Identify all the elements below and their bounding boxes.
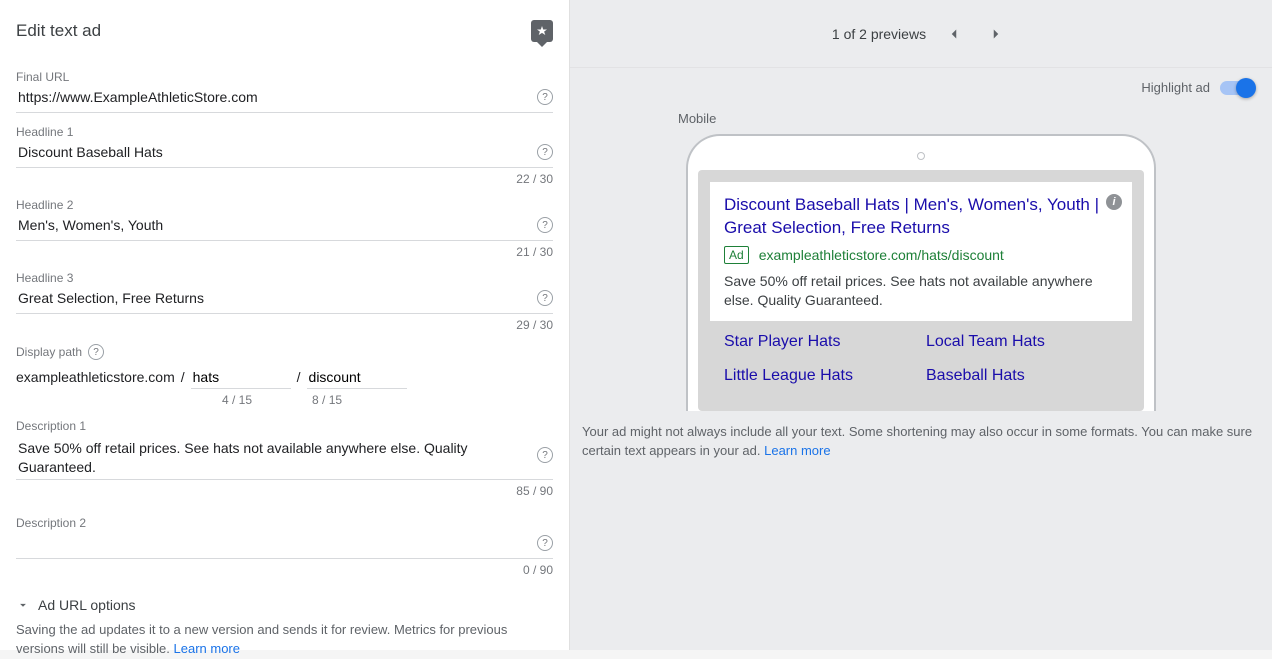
ad-description: Save 50% off retail prices. See hats not… (724, 272, 1118, 311)
description1-label: Description 1 (16, 419, 553, 433)
preview-disclaimer: Your ad might not always include all you… (574, 411, 1264, 461)
path-separator: / (297, 369, 301, 385)
headline1-count: 22 / 30 (16, 172, 553, 186)
chevron-left-icon (945, 25, 963, 43)
editor-panel: Edit text ad Final URL ? Headline 1 ? 22… (0, 0, 570, 650)
preview-counter: 1 of 2 previews (832, 26, 926, 42)
headline3-count: 29 / 30 (16, 318, 553, 332)
final-url-label: Final URL (16, 70, 553, 84)
sitelink[interactable]: Star Player Hats (724, 333, 916, 351)
ad-headline: Discount Baseball Hats | Men's, Women's,… (724, 194, 1118, 240)
ad-url-options-toggle[interactable]: Ad URL options (16, 597, 553, 613)
sitelink[interactable]: Local Team Hats (926, 333, 1118, 351)
mobile-preview-label: Mobile (678, 111, 716, 126)
headline2-count: 21 / 30 (16, 245, 553, 259)
chevron-down-icon (16, 598, 30, 612)
help-icon[interactable]: ? (537, 89, 553, 105)
path-separator: / (181, 369, 185, 385)
display-path-label: Display path ? (16, 344, 553, 360)
headline3-label: Headline 3 (16, 271, 553, 285)
ad-badge: Ad (724, 246, 749, 264)
highlight-ad-label: Highlight ad (1141, 80, 1210, 95)
ad-url-options-label: Ad URL options (38, 597, 136, 613)
headline1-input[interactable] (16, 143, 537, 161)
feedback-icon[interactable] (531, 20, 553, 42)
learn-more-link[interactable]: Learn more (764, 443, 830, 458)
learn-more-link[interactable]: Learn more (174, 641, 240, 656)
ad-display-url: exampleathleticstore.com/hats/discount (759, 247, 1004, 263)
description2-count: 0 / 90 (16, 563, 553, 577)
display-domain: exampleathleticstore.com (16, 369, 175, 385)
help-icon[interactable]: ? (537, 535, 553, 551)
path1-input[interactable] (191, 368, 291, 386)
help-icon[interactable]: ? (537, 144, 553, 160)
headline1-label: Headline 1 (16, 125, 553, 139)
description1-count: 85 / 90 (16, 484, 553, 498)
chevron-right-icon (987, 25, 1005, 43)
help-icon[interactable]: ? (537, 447, 553, 463)
help-icon[interactable]: ? (537, 217, 553, 233)
highlight-ad-toggle[interactable] (1220, 81, 1254, 95)
phone-speaker-icon (917, 152, 925, 160)
preview-toolbar: 1 of 2 previews (570, 0, 1272, 68)
help-icon[interactable]: ? (88, 344, 104, 360)
preview-panel: 1 of 2 previews Highlight ad Mobile i Di… (570, 0, 1272, 650)
editor-title: Edit text ad (16, 21, 101, 41)
ad-preview-card: i Discount Baseball Hats | Men's, Women'… (698, 170, 1144, 411)
sitelink[interactable]: Baseball Hats (926, 367, 1118, 385)
description2-label: Description 2 (16, 516, 553, 530)
headline2-input[interactable] (16, 216, 537, 234)
help-icon[interactable]: ? (537, 290, 553, 306)
headline2-label: Headline 2 (16, 198, 553, 212)
next-preview-button[interactable] (982, 20, 1010, 48)
description1-input[interactable] (16, 437, 537, 473)
headline3-input[interactable] (16, 289, 537, 307)
path2-input[interactable] (307, 368, 407, 386)
final-url-input[interactable] (16, 88, 537, 106)
description2-input[interactable] (16, 534, 537, 552)
sitelink[interactable]: Little League Hats (724, 367, 916, 385)
info-icon[interactable]: i (1106, 194, 1122, 210)
save-note: Saving the ad updates it to a new versio… (16, 621, 553, 659)
mobile-preview-frame: i Discount Baseball Hats | Men's, Women'… (686, 134, 1156, 411)
path2-count: 8 / 15 (312, 393, 342, 407)
path1-count: 4 / 15 (222, 393, 252, 407)
prev-preview-button[interactable] (940, 20, 968, 48)
